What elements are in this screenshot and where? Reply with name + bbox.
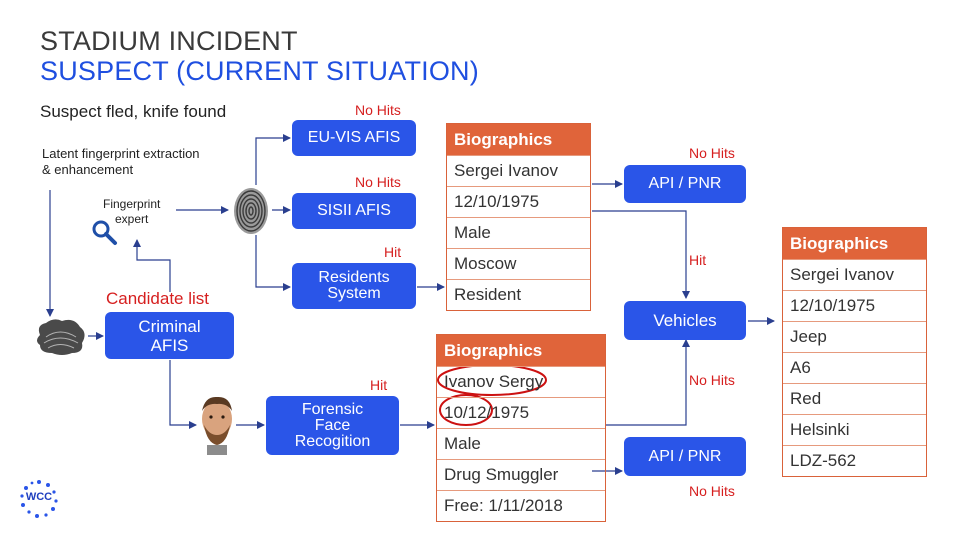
forensic-line3: Recogition — [294, 432, 371, 450]
sisii-hit-label: No Hits — [355, 174, 401, 190]
latent-note-line1: Latent fingerprint extraction — [42, 146, 200, 161]
residents-system-box[interactable]: Residents System — [292, 263, 416, 309]
candidate-list-label: Candidate list — [106, 289, 210, 308]
criminal-line2: AFIS — [150, 335, 189, 355]
suspect-fled-note: Suspect fled, knife found — [40, 102, 227, 121]
forensic-hit-label: Hit — [370, 377, 388, 393]
table-row: Sergei Ivanov — [783, 259, 926, 290]
magnifier-icon — [92, 220, 117, 245]
table-row: Male — [437, 428, 605, 459]
expert-line1: Fingerprint — [103, 197, 161, 211]
table-row: LDZ-562 — [783, 445, 926, 476]
api-top-hit-label: No Hits — [689, 145, 735, 161]
table-row: 12/10/1975 — [783, 290, 926, 321]
table-row: Male — [447, 217, 590, 248]
forensic-line1: Forensic — [301, 400, 364, 418]
table-row: 10/12/1975 — [437, 397, 605, 428]
criminal-line1: Criminal — [138, 316, 201, 336]
latent-print-icon — [37, 319, 85, 355]
api-pnr-top-box[interactable]: API / PNR — [624, 165, 746, 203]
residents-biographics-table: Biographics Sergei Ivanov 12/10/1975 Mal… — [446, 123, 591, 311]
table-header: Biographics — [437, 335, 605, 366]
table-row: Drug Smuggler — [437, 459, 605, 490]
api-pnr-bottom-box[interactable]: API / PNR — [624, 437, 746, 476]
forensic-face-box[interactable]: Forensic Face Recogition — [266, 396, 399, 455]
table-row: Free: 1/11/2018 — [437, 490, 605, 521]
table-row: Sergei Ivanov — [447, 155, 590, 186]
fingerprint-icon — [234, 188, 268, 234]
euvis-afis-box[interactable]: EU-VIS AFIS — [292, 120, 416, 156]
logo-text: WCC — [25, 491, 53, 503]
table-row: Red — [783, 383, 926, 414]
table-row: 12/10/1975 — [447, 186, 590, 217]
expert-line2: expert — [115, 212, 149, 226]
vehicles-nohit-label: No Hits — [689, 372, 735, 388]
criminal-afis-box[interactable]: Criminal AFIS — [105, 312, 234, 359]
table-row: Resident — [447, 279, 590, 310]
residents-hit-label: Hit — [384, 244, 402, 260]
result-biographics-table: Biographics Sergei Ivanov 12/10/1975 Jee… — [782, 227, 927, 477]
face-photo-icon — [202, 396, 232, 455]
table-header: Biographics — [447, 124, 590, 155]
forensic-line2: Face — [314, 416, 351, 434]
table-row: Helsinki — [783, 414, 926, 445]
vehicles-hit-label: Hit — [689, 252, 707, 268]
table-header: Biographics — [783, 228, 926, 259]
sisii-afis-box[interactable]: SISII AFIS — [292, 193, 416, 229]
euvis-hit-label: No Hits — [355, 102, 401, 118]
residents-line2: System — [327, 285, 381, 302]
residents-line1: Residents — [318, 269, 390, 286]
table-row: Ivanov Sergy — [437, 366, 605, 397]
vehicles-box[interactable]: Vehicles — [624, 301, 746, 340]
table-row: A6 — [783, 352, 926, 383]
wcc-logo: WCC — [18, 478, 60, 520]
table-row: Jeep — [783, 321, 926, 352]
api-bottom-hit-label: No Hits — [689, 483, 735, 499]
latent-note-line2: & enhancement — [42, 162, 134, 177]
table-row: Moscow — [447, 248, 590, 279]
forensic-biographics-table: Biographics Ivanov Sergy 10/12/1975 Male… — [436, 334, 606, 522]
